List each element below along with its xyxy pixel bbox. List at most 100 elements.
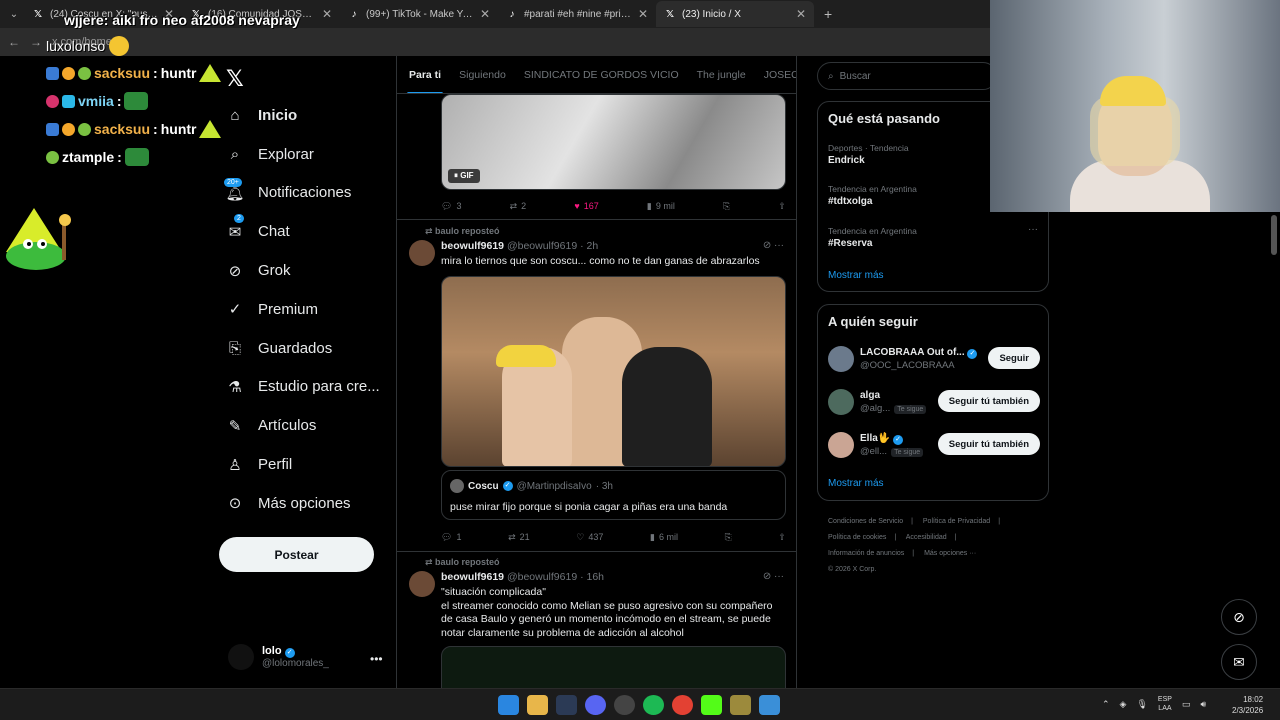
- repost-button[interactable]: ⇄ 21: [508, 530, 530, 544]
- trend-name[interactable]: #tdtxolga: [828, 196, 872, 207]
- sidebar-item-inicio[interactable]: ⌂ Inicio: [220, 96, 390, 135]
- kick-icon[interactable]: [701, 695, 722, 715]
- tab-para-ti[interactable]: Para ti: [406, 69, 444, 93]
- back-arrow-icon[interactable]: ←: [8, 35, 20, 49]
- sidebar-item-premium[interactable]: ✓ Premium: [220, 290, 390, 329]
- notepad-icon[interactable]: [759, 695, 780, 715]
- network-icon[interactable]: ▭: [1182, 699, 1191, 710]
- new-tab-button[interactable]: +: [814, 6, 842, 22]
- tab-list-chevron-icon[interactable]: ⌄: [4, 4, 24, 24]
- grok-icon[interactable]: ⊘: [1221, 599, 1257, 635]
- show-more-follow-link[interactable]: Mostrar más: [828, 478, 884, 489]
- share-icon[interactable]: ⇧: [778, 199, 786, 213]
- post-video[interactable]: [441, 646, 786, 688]
- views-button[interactable]: ▮ 6 mil: [650, 530, 678, 544]
- more-horizontal-icon[interactable]: •••: [370, 652, 383, 666]
- steam-icon[interactable]: [556, 695, 577, 715]
- clock[interactable]: 18:02 2/3/2026: [1232, 694, 1263, 716]
- search-input[interactable]: ⌕ Buscar: [817, 62, 997, 90]
- follow-back-button[interactable]: Seguir tú también: [937, 433, 1040, 455]
- quote-tweet[interactable]: Coscu ✓ @MartinpdisaIvo · 3h puse mirar …: [441, 470, 786, 520]
- follow-name[interactable]: alga: [860, 390, 880, 401]
- tab-joseo[interactable]: JOSEO: [764, 69, 796, 81]
- post-time[interactable]: · 16h: [580, 571, 604, 583]
- close-icon[interactable]: ✕: [796, 7, 806, 21]
- sidebar-item-estudio[interactable]: ⚗ Estudio para cre...: [220, 368, 390, 407]
- avatar[interactable]: [828, 389, 854, 415]
- discord-icon[interactable]: [585, 695, 606, 715]
- follow-back-button[interactable]: Seguir tú también: [937, 390, 1040, 412]
- forward-arrow-icon[interactable]: →: [30, 35, 42, 49]
- mic-icon[interactable]: 🎙︎: [1136, 699, 1147, 710]
- spotify-icon[interactable]: [643, 695, 664, 715]
- obs-icon[interactable]: [614, 695, 635, 715]
- close-icon[interactable]: ✕: [638, 7, 648, 21]
- post-author-handle[interactable]: @beowulf9619: [507, 571, 577, 583]
- avatar[interactable]: [828, 432, 854, 458]
- trend-name[interactable]: #Reserva: [828, 238, 872, 249]
- account-switcher[interactable]: lolo ✓ @lolomorales_: [228, 644, 329, 670]
- reply-button[interactable]: 💬︎ 1: [441, 530, 461, 544]
- footer-link[interactable]: Accesibilidad: [906, 534, 947, 541]
- footer-link[interactable]: Más opciones ···: [924, 550, 976, 557]
- like-button[interactable]: ♡ 437: [576, 530, 603, 544]
- post-button[interactable]: Postear: [219, 537, 374, 572]
- tab-siguiendo[interactable]: Siguiendo: [459, 69, 506, 81]
- footer-link[interactable]: Información de anuncios: [828, 550, 904, 557]
- windows-start-icon[interactable]: [498, 695, 519, 715]
- gif-badge[interactable]: ⏸ GIF: [448, 169, 480, 183]
- post-time[interactable]: · 2h: [580, 240, 598, 252]
- share-icon[interactable]: ⇧: [778, 530, 786, 544]
- tab-sindicato[interactable]: SINDICATO DE GORDOS VICIO: [524, 69, 679, 81]
- sidebar-item-explorar[interactable]: ⌕ Explorar: [220, 135, 390, 174]
- bookmark-icon[interactable]: ⎘: [723, 199, 730, 213]
- shield-icon[interactable]: ◈: [1120, 699, 1127, 710]
- trend-name[interactable]: Endrick: [828, 155, 865, 166]
- post-author-name[interactable]: beowulf9619: [441, 240, 504, 252]
- more-horizontal-icon[interactable]: ⊘ ···: [763, 571, 784, 582]
- mail-icon[interactable]: ✉: [1221, 644, 1257, 680]
- follow-button[interactable]: Seguir: [988, 347, 1040, 369]
- close-icon[interactable]: ✕: [322, 7, 332, 21]
- language-indicator[interactable]: ESP LAA: [1158, 695, 1172, 713]
- post-author-handle[interactable]: @beowulf9619: [507, 240, 577, 252]
- post-author-name[interactable]: beowulf9619: [441, 571, 504, 583]
- x-logo-icon[interactable]: 𝕏: [226, 66, 248, 91]
- follow-name[interactable]: Ella🖖 ✓: [860, 433, 904, 445]
- browser-tab-active[interactable]: 𝕏 (23) Inicio / X ✕: [656, 1, 814, 27]
- footer-link[interactable]: Política de Privacidad: [923, 518, 990, 525]
- app-icon[interactable]: [730, 695, 751, 715]
- sidebar-item-chat[interactable]: 2 ✉ Chat: [220, 212, 390, 251]
- follow-name[interactable]: LACOBRAAA Out of... ✓: [860, 347, 978, 359]
- avatar[interactable]: [828, 346, 854, 372]
- avatar[interactable]: [409, 240, 435, 266]
- sidebar-item-perfil[interactable]: ♙ Perfil: [220, 445, 390, 484]
- browser-tab[interactable]: ♪ (99+) TikTok - Make Your Day ✕: [340, 1, 498, 27]
- views-button[interactable]: ▮ 9 mil: [647, 199, 675, 213]
- gif-media[interactable]: ⏸ GIF: [441, 94, 786, 190]
- sidebar-item-mas-opciones[interactable]: ⊙ Más opciones: [220, 484, 390, 523]
- sidebar-item-grok[interactable]: ⊘ Grok: [220, 251, 390, 290]
- chevron-up-icon[interactable]: ⌃: [1102, 699, 1110, 710]
- more-horizontal-icon[interactable]: ⊘ ···: [763, 240, 784, 251]
- like-button[interactable]: ♥ 167: [574, 199, 598, 213]
- footer-link[interactable]: Condiciones de Servicio: [828, 518, 903, 525]
- repost-button[interactable]: ⇄ 2: [510, 199, 527, 213]
- bookmark-icon[interactable]: ⎘: [725, 530, 732, 544]
- footer-link[interactable]: Política de cookies: [828, 534, 886, 541]
- browser-tab[interactable]: ♪ #parati #eh #nine #prime | mel... ✕: [498, 1, 656, 27]
- sidebar-item-guardados[interactable]: ⎘ Guardados: [220, 329, 390, 368]
- more-horizontal-icon[interactable]: ···: [1028, 224, 1038, 235]
- volume-icon[interactable]: 🔊︎: [1200, 699, 1206, 710]
- sidebar-item-notificaciones[interactable]: 20+ 🔔︎ Notificaciones: [220, 174, 390, 213]
- avatar[interactable]: [409, 571, 435, 597]
- tab-the-jungle[interactable]: The jungle: [697, 69, 746, 81]
- sidebar-item-articulos[interactable]: ✎ Artículos: [220, 406, 390, 445]
- chrome-icon[interactable]: [672, 695, 693, 715]
- scrollbar[interactable]: [1271, 215, 1277, 255]
- post-photo[interactable]: [441, 276, 786, 467]
- close-icon[interactable]: ✕: [480, 7, 490, 21]
- show-more-trends-link[interactable]: Mostrar más: [828, 270, 884, 281]
- file-explorer-icon[interactable]: [527, 695, 548, 715]
- reply-button[interactable]: 💬︎ 3: [441, 199, 461, 213]
